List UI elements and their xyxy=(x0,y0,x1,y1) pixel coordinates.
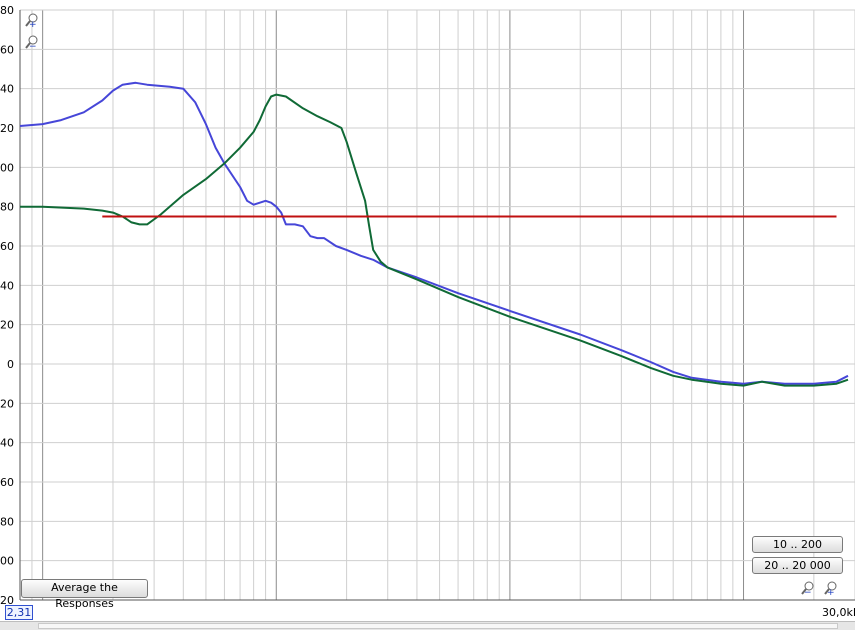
y-tick-label: 80 xyxy=(0,4,14,17)
svg-text:−: − xyxy=(804,588,812,596)
zoom-out-horizontal-icon[interactable]: − xyxy=(800,580,816,598)
y-tick-label: 80 xyxy=(0,515,14,528)
chart-canvas[interactable]: 8060402000806040200204060800020345678102… xyxy=(0,0,855,618)
y-tick-label: 60 xyxy=(0,43,14,56)
scrollbar-thumb[interactable] xyxy=(38,623,838,629)
range-20-20000-button[interactable]: 20 .. 20 000 xyxy=(752,557,843,574)
zoom-in-horizontal-icon[interactable]: + xyxy=(823,580,839,598)
y-tick-label: 0 xyxy=(7,358,14,371)
chart: 8060402000806040200204060800020345678102… xyxy=(0,0,855,629)
y-tick-label: 00 xyxy=(0,555,14,568)
y-tick-label: 40 xyxy=(0,279,14,292)
y-tick-label: 40 xyxy=(0,83,14,96)
svg-text:+: + xyxy=(827,588,835,596)
zoom-in-vertical-icon[interactable]: + xyxy=(24,12,40,30)
y-tick-label: 60 xyxy=(0,476,14,489)
x-axis-unit-label: 30,0kHz xyxy=(822,606,855,619)
y-tick-label: 00 xyxy=(0,161,14,174)
zoom-out-vertical-icon[interactable]: − xyxy=(24,34,40,52)
svg-text:−: − xyxy=(29,42,37,50)
cursor-frequency-readout: 2,31 xyxy=(5,605,33,620)
y-tick-label: 80 xyxy=(0,201,14,214)
svg-text:+: + xyxy=(29,20,37,28)
y-tick-label: 20 xyxy=(0,594,14,605)
range-10-200-button[interactable]: 10 .. 200 xyxy=(752,536,843,553)
y-tick-label: 20 xyxy=(0,122,14,135)
y-tick-label: 60 xyxy=(0,240,14,253)
y-tick-label: 20 xyxy=(0,397,14,410)
y-tick-label: 20 xyxy=(0,319,14,332)
y-tick-label: 40 xyxy=(0,437,14,450)
plot-area xyxy=(20,10,855,600)
average-responses-button[interactable]: Average the Responses xyxy=(21,579,148,610)
